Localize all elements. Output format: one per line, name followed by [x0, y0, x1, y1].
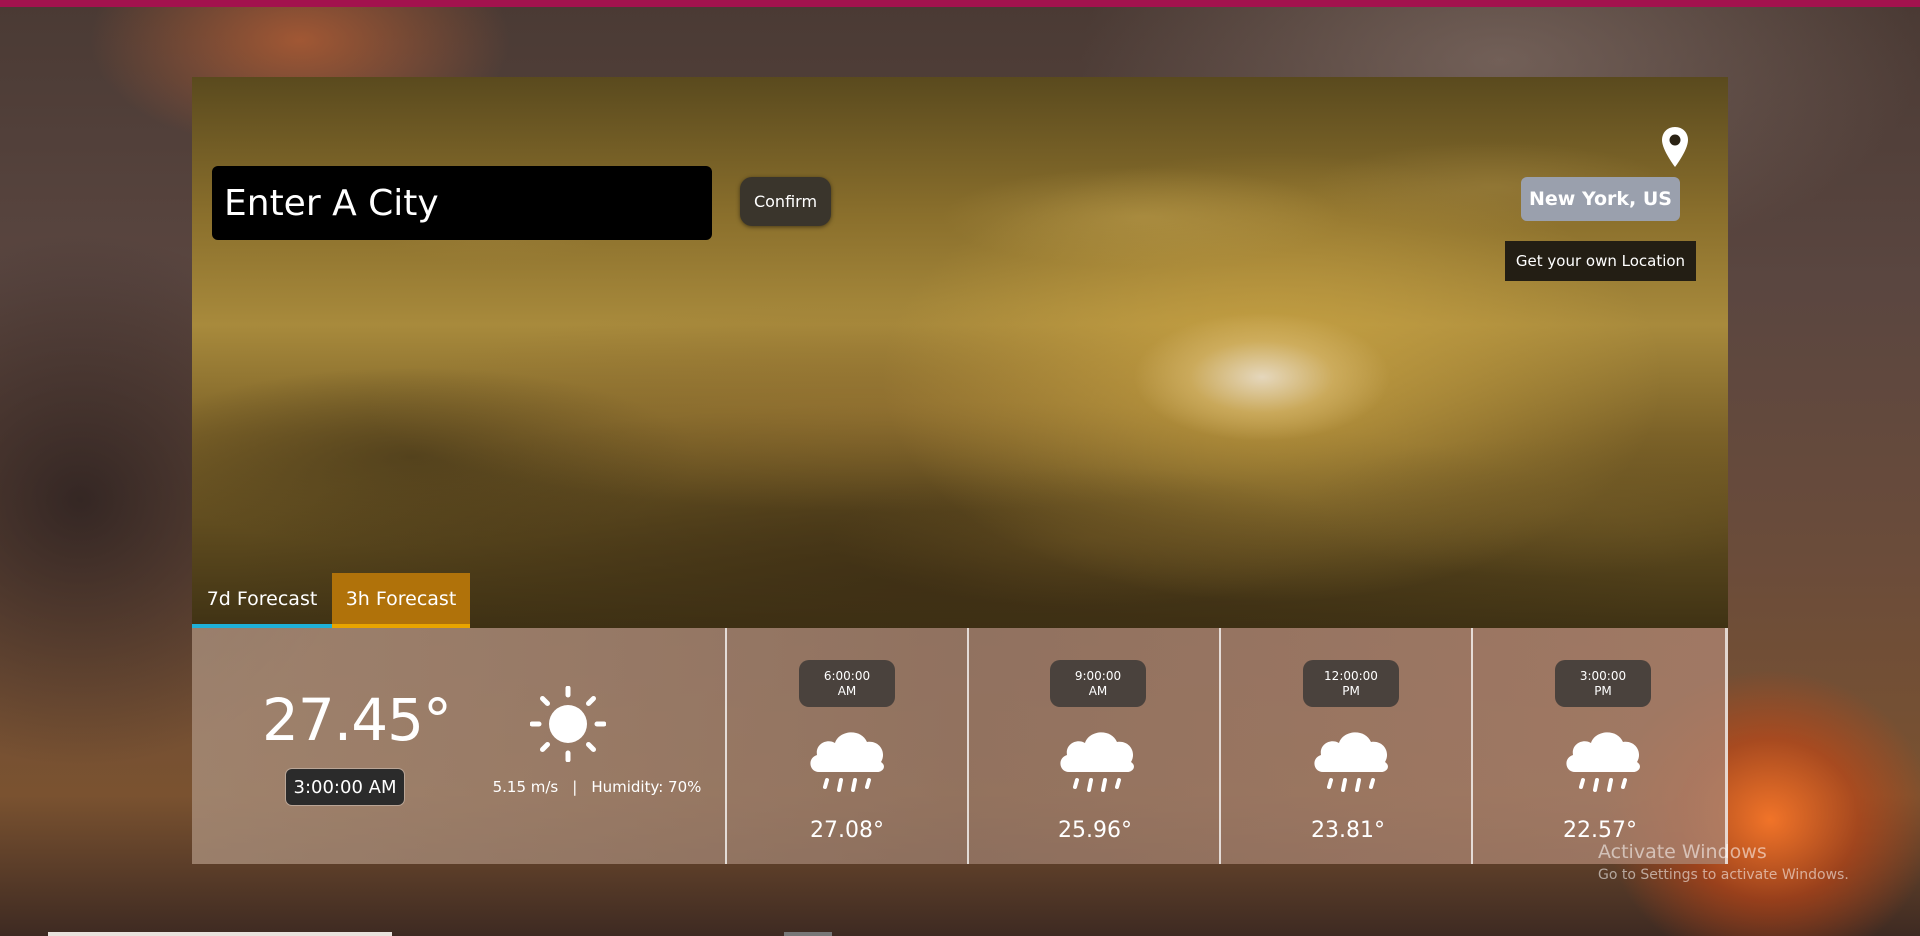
taskbar-marker	[784, 932, 832, 936]
tab-3h-forecast[interactable]: 3h Forecast	[332, 573, 470, 628]
forecast-temperature: 22.57°	[1563, 818, 1637, 843]
rain-cloud-icon	[1314, 732, 1388, 792]
tab-7d-forecast[interactable]: 7d Forecast	[192, 573, 332, 628]
forecast-slot: 9:00:00 AM 25.96°	[967, 628, 1219, 864]
forecast-time-badge: 6:00:00 AM	[799, 660, 895, 707]
panel-divider	[1725, 628, 1728, 864]
current-time-badge: 3:00:00 AM	[286, 769, 404, 805]
current-weather: 27.45° 3:00:00 AM 5.15 m/s | Humidity: 70%	[192, 628, 725, 864]
activate-windows-watermark: Activate Windows Go to Settings to activ…	[1598, 841, 1849, 883]
top-accent-strip	[0, 0, 1920, 7]
rain-cloud-icon	[1566, 732, 1640, 792]
forecast-temperature: 23.81°	[1311, 818, 1385, 843]
sun-icon	[530, 686, 606, 762]
current-location-badge: New York, US	[1521, 177, 1680, 221]
get-own-location-button[interactable]: Get your own Location	[1505, 241, 1696, 281]
confirm-button[interactable]: Confirm	[740, 177, 831, 226]
meta-separator: |	[572, 778, 578, 796]
watermark-subtitle: Go to Settings to activate Windows.	[1598, 867, 1849, 883]
forecast-time-badge: 3:00:00 PM	[1555, 660, 1651, 707]
weather-card: Confirm New York, US Get your own Locati…	[192, 77, 1728, 864]
forecast-time-badge: 9:00:00 AM	[1050, 660, 1146, 707]
city-search-input[interactable]	[212, 166, 712, 240]
location-pin-icon	[1662, 127, 1688, 167]
forecast-panel: 27.45° 3:00:00 AM 5.15 m/s | Humidity: 70%	[192, 628, 1728, 864]
forecast-slot: 12:00:00 PM 23.81°	[1219, 628, 1471, 864]
current-wind-humidity: 5.15 m/s | Humidity: 70%	[447, 778, 747, 796]
current-temperature: 27.45°	[262, 686, 452, 754]
forecast-temperature: 27.08°	[810, 818, 884, 843]
watermark-title: Activate Windows	[1598, 841, 1767, 863]
hero-sky-background	[192, 77, 1728, 628]
taskbar-indicator	[48, 932, 392, 936]
rain-cloud-icon	[810, 732, 884, 792]
forecast-slot: 3:00:00 PM 22.57°	[1471, 628, 1725, 864]
forecast-slot: 6:00:00 AM 27.08°	[725, 628, 967, 864]
humidity: Humidity: 70%	[591, 778, 702, 796]
forecast-time-badge: 12:00:00 PM	[1303, 660, 1399, 707]
wind-speed: 5.15 m/s	[492, 778, 559, 796]
rain-cloud-icon	[1060, 732, 1134, 792]
forecast-temperature: 25.96°	[1058, 818, 1132, 843]
